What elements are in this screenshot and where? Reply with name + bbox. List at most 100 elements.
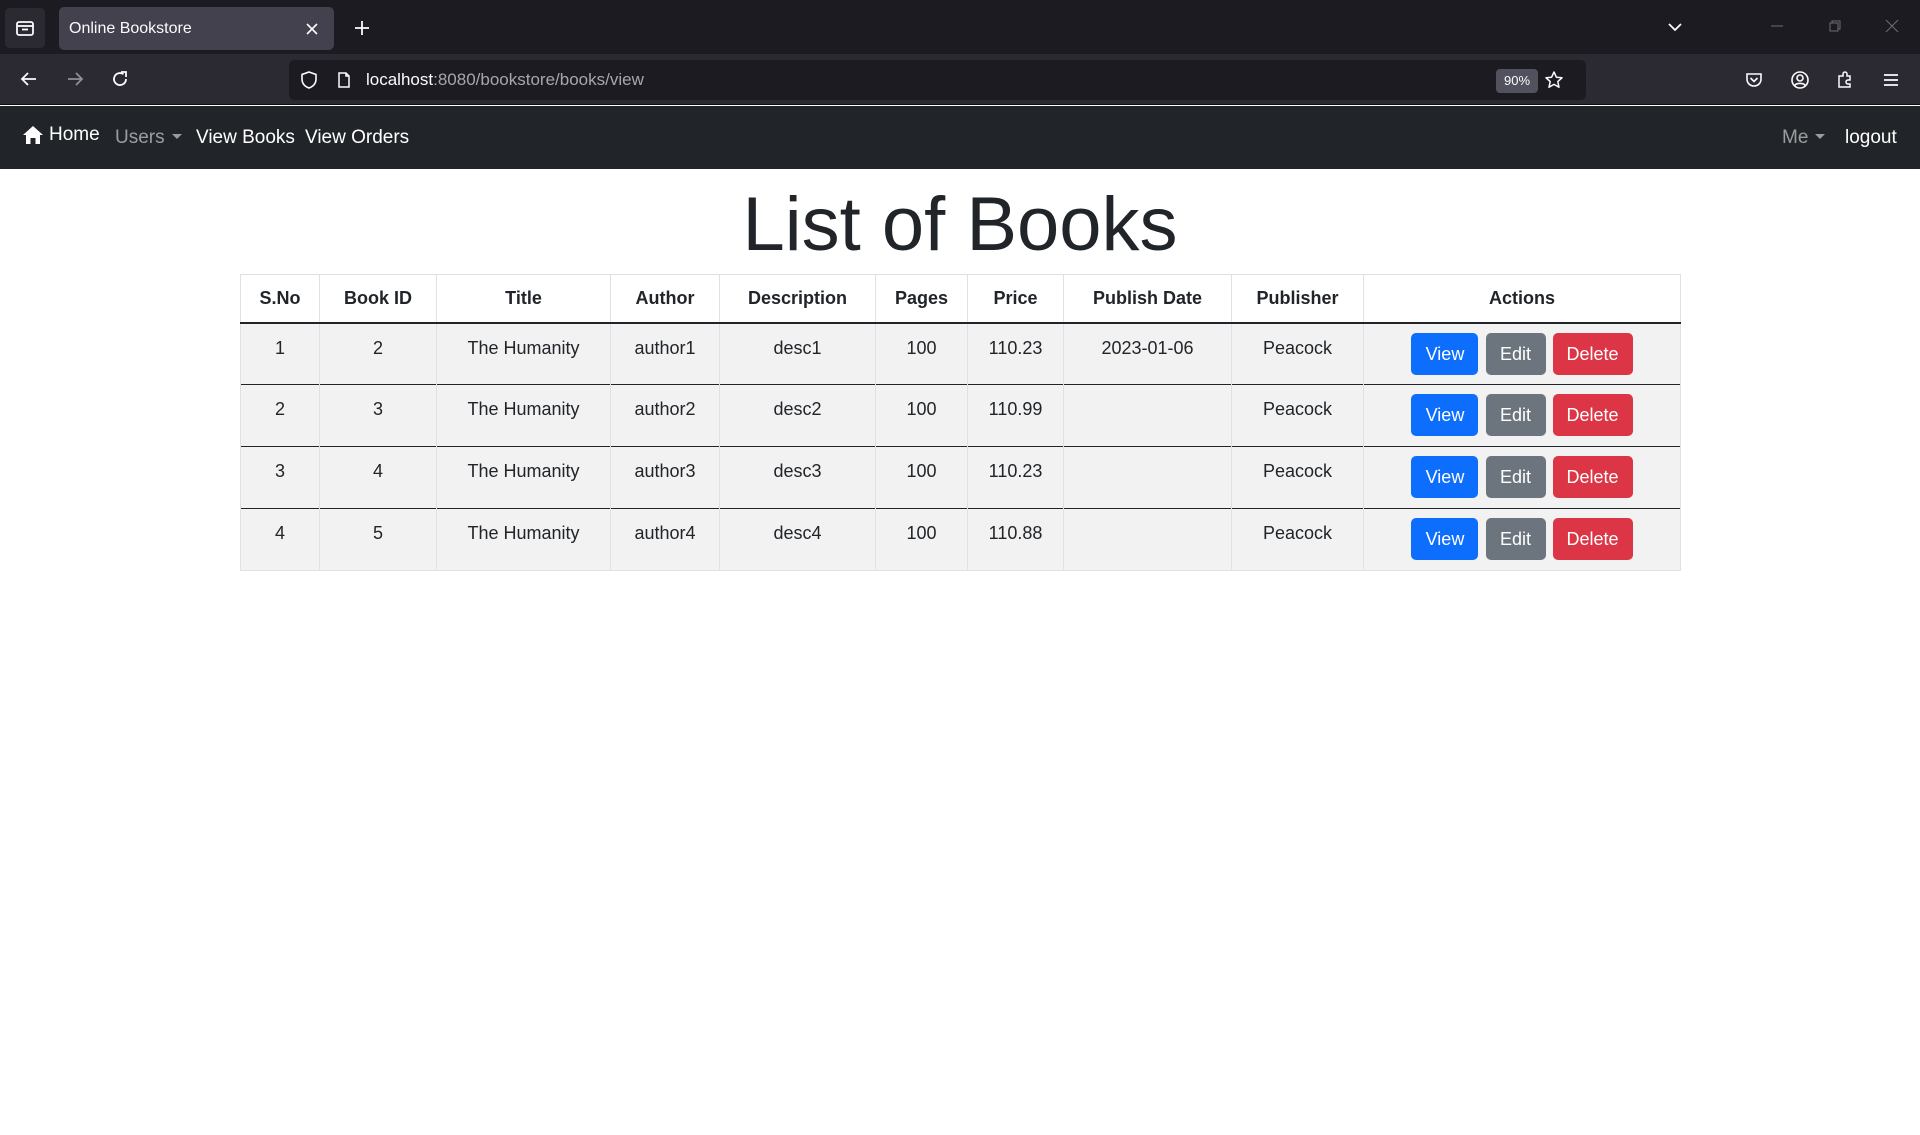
list-all-tabs-button[interactable] — [1660, 12, 1690, 42]
page-icon[interactable] — [332, 68, 356, 92]
header-sno: S.No — [240, 274, 320, 323]
delete-button[interactable]: Delete — [1552, 332, 1633, 375]
cell-publisher: Peacock — [1231, 322, 1364, 385]
edit-button[interactable]: Edit — [1485, 518, 1546, 560]
cell-description: desc4 — [719, 508, 876, 571]
cell-sno: 1 — [240, 322, 320, 385]
address-bar[interactable]: localhost:8080/bookstore/books/view 90% — [289, 60, 1586, 100]
cell-description: desc1 — [719, 322, 876, 385]
cell-sno: 4 — [240, 508, 320, 571]
cell-publish-date: 2023-01-06 — [1063, 322, 1232, 385]
cell-price: 110.88 — [967, 508, 1064, 571]
restore-icon — [1829, 20, 1841, 32]
header-pages: Pages — [875, 274, 968, 323]
tab-list-button[interactable] — [5, 8, 45, 48]
bookmark-star-icon[interactable] — [1542, 68, 1566, 92]
view-button[interactable]: View — [1411, 518, 1479, 560]
cell-description: desc2 — [719, 384, 876, 447]
logout-link[interactable]: logout — [1845, 127, 1897, 149]
cell-actions: View Edit Delete — [1363, 384, 1681, 447]
view-books-link[interactable]: View Books — [196, 127, 295, 149]
view-orders-link[interactable]: View Orders — [305, 127, 409, 149]
caret-down-icon — [171, 134, 182, 140]
caret-down-icon — [1815, 134, 1826, 140]
view-button[interactable]: View — [1411, 332, 1479, 375]
header-book-id: Book ID — [319, 274, 437, 323]
back-button[interactable] — [11, 61, 47, 97]
header-price: Price — [967, 274, 1064, 323]
forward-button[interactable] — [57, 61, 93, 97]
cell-title: The Humanity — [436, 446, 611, 509]
url-path: :8080/bookstore/books/view — [433, 70, 644, 89]
edit-button[interactable]: Edit — [1485, 332, 1546, 375]
arrow-left-icon — [20, 72, 36, 86]
window-close-button[interactable] — [1874, 10, 1910, 42]
minimize-icon — [1771, 25, 1783, 27]
cell-description: desc3 — [719, 446, 876, 509]
extensions-icon[interactable] — [1829, 64, 1861, 96]
delete-button[interactable]: Delete — [1552, 518, 1633, 560]
cell-price: 110.23 — [967, 446, 1064, 509]
pocket-icon[interactable] — [1738, 64, 1770, 96]
view-button[interactable]: View — [1411, 456, 1479, 498]
users-dropdown[interactable]: Users — [115, 127, 182, 149]
cell-sno: 2 — [240, 384, 320, 447]
tab-online-bookstore[interactable]: Online Bookstore — [59, 7, 334, 50]
table-row: 4 5 The Humanity author4 desc4 100 110.8… — [240, 508, 1681, 571]
cell-title: The Humanity — [436, 508, 611, 571]
cell-publish-date — [1063, 446, 1232, 509]
me-dropdown-label: Me — [1782, 127, 1809, 148]
users-dropdown-label: Users — [115, 127, 165, 148]
cell-pages: 100 — [875, 322, 968, 385]
minimize-button[interactable] — [1759, 10, 1795, 42]
header-publisher: Publisher — [1231, 274, 1364, 323]
cell-title: The Humanity — [436, 384, 611, 447]
browser-tab-strip: Online Bookstore — [0, 0, 1920, 54]
restore-button[interactable] — [1817, 10, 1853, 42]
close-icon — [1885, 19, 1899, 33]
tab-close-button[interactable] — [300, 17, 324, 41]
site-navbar: Home Users View Books View Orders Me log… — [0, 106, 1920, 169]
delete-button[interactable]: Delete — [1552, 456, 1633, 498]
table-row: 3 4 The Humanity author3 desc3 100 110.2… — [240, 446, 1681, 509]
table-row: 2 3 The Humanity author2 desc2 100 110.9… — [240, 384, 1681, 447]
tab-list-icon — [16, 21, 34, 36]
cell-author: author1 — [610, 322, 720, 385]
cell-book-id: 5 — [319, 508, 437, 571]
cell-pages: 100 — [875, 446, 968, 509]
view-button[interactable]: View — [1411, 394, 1479, 436]
me-dropdown[interactable]: Me — [1782, 127, 1826, 149]
edit-button[interactable]: Edit — [1485, 394, 1546, 436]
cell-author: author2 — [610, 384, 720, 447]
cell-price: 110.23 — [967, 322, 1064, 385]
url-text[interactable]: localhost:8080/bookstore/books/view — [366, 70, 644, 90]
new-tab-button[interactable] — [346, 12, 378, 44]
cell-actions: View Edit Delete — [1363, 446, 1681, 509]
cell-publisher: Peacock — [1231, 446, 1364, 509]
cell-price: 110.99 — [967, 384, 1064, 447]
account-icon[interactable] — [1784, 64, 1816, 96]
cell-pages: 100 — [875, 508, 968, 571]
house-icon — [23, 126, 43, 144]
delete-button[interactable]: Delete — [1552, 394, 1633, 436]
shield-icon[interactable] — [297, 68, 321, 92]
cell-book-id: 2 — [319, 322, 437, 385]
books-table-container: S.No Book ID Title Author Description Pa… — [240, 274, 1681, 571]
cell-book-id: 3 — [319, 384, 437, 447]
header-description: Description — [719, 274, 876, 323]
cell-publisher: Peacock — [1231, 384, 1364, 447]
hamburger-menu-icon[interactable] — [1875, 64, 1907, 96]
header-title: Title — [436, 274, 611, 323]
edit-button[interactable]: Edit — [1485, 456, 1546, 498]
browser-toolbar: localhost:8080/bookstore/books/view 90% — [0, 54, 1920, 105]
reload-button[interactable] — [102, 61, 138, 97]
zoom-level-badge[interactable]: 90% — [1496, 69, 1539, 93]
cell-publisher: Peacock — [1231, 508, 1364, 571]
header-publish-date: Publish Date — [1063, 274, 1232, 323]
home-link[interactable]: Home — [22, 124, 100, 146]
table-row: 1 2 The Humanity author1 desc1 100 110.2… — [240, 322, 1681, 385]
cell-book-id: 4 — [319, 446, 437, 509]
cell-sno: 3 — [240, 446, 320, 509]
reload-icon — [113, 71, 127, 86]
page-title: List of Books — [742, 182, 1178, 267]
